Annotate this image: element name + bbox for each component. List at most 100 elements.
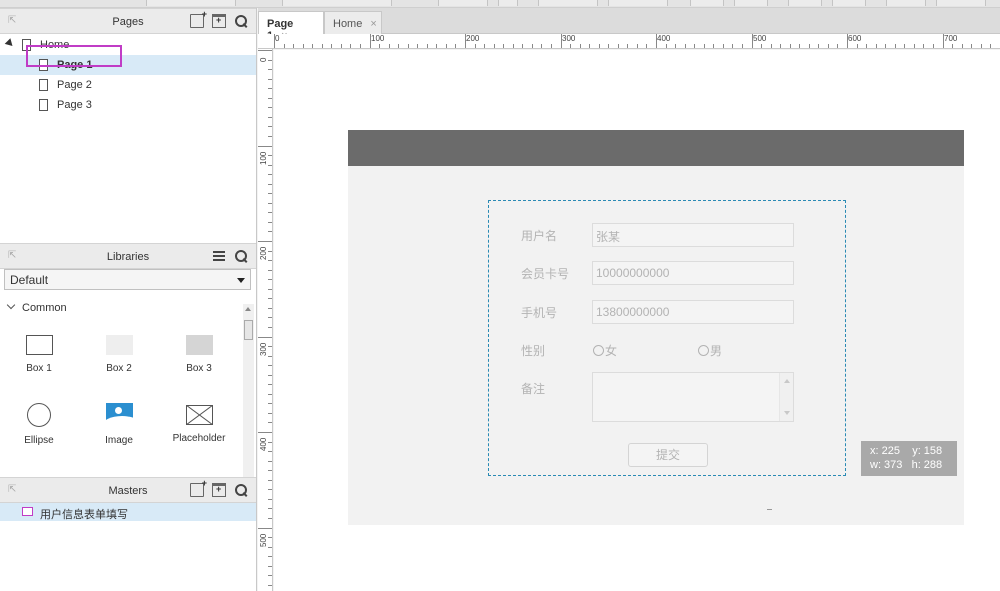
ruler-tick <box>268 212 272 214</box>
ruler-tick <box>268 317 272 319</box>
widget-label: Box 2 <box>106 363 132 374</box>
widget-label: Ellipse <box>24 435 54 446</box>
toolbar-button[interactable] <box>538 0 598 6</box>
ruler-label: 200 <box>466 34 480 43</box>
add-folder-icon[interactable] <box>212 14 226 28</box>
ruler-tick <box>856 44 858 48</box>
add-master-icon[interactable] <box>190 478 207 497</box>
toolbar-button[interactable] <box>438 0 488 6</box>
submit-button[interactable]: 提交 <box>628 443 708 467</box>
ruler-tick <box>268 374 272 376</box>
library-scrollbar[interactable] <box>243 304 254 484</box>
ruler-tick <box>268 556 272 558</box>
toolbar-button[interactable] <box>282 0 392 6</box>
toolbar-button[interactable] <box>146 0 236 6</box>
add-folder-icon[interactable] <box>212 483 226 497</box>
coord-line1: x: 225 y: 158 <box>870 445 943 457</box>
ruler-tick <box>268 489 272 491</box>
ruler-tick <box>808 44 810 48</box>
ruler-tick <box>369 34 371 48</box>
form-header-bar[interactable] <box>348 130 964 166</box>
radio-label: 男 <box>710 344 723 358</box>
ruler-tick <box>268 326 272 328</box>
tab-page1[interactable]: Page 1× <box>258 11 324 42</box>
scrollbar-thumb[interactable] <box>244 320 253 340</box>
radio-circle-icon <box>698 345 709 356</box>
scroll-down-icon[interactable] <box>784 411 790 415</box>
ruler-tick <box>503 44 505 48</box>
phone-label: 手机号 <box>521 306 558 320</box>
ruler-tick <box>713 44 715 48</box>
toolbar-button[interactable] <box>936 0 986 6</box>
username-input[interactable]: 张某 <box>592 223 794 247</box>
highlight-box <box>26 45 122 67</box>
page-tree-item-page3[interactable]: Page 3 <box>0 95 256 115</box>
ruler-tick <box>684 44 686 48</box>
ruler-tick <box>268 193 272 195</box>
search-icon[interactable] <box>234 483 248 497</box>
username-label: 用户名 <box>521 229 558 243</box>
ruler-tick <box>465 34 466 48</box>
master-item[interactable]: 用户信息表单填写 <box>0 503 256 521</box>
widget-ellipse[interactable]: Ellipse <box>4 403 74 446</box>
pages-panel-header: ⇱ Pages <box>0 8 256 34</box>
widget-box3[interactable]: Box 3 <box>164 335 234 374</box>
radio-male[interactable]: 男 <box>698 342 722 359</box>
scroll-up-icon[interactable] <box>784 379 790 383</box>
ruler-tick <box>952 44 954 48</box>
ruler-tick <box>398 44 400 48</box>
ruler-tick <box>665 44 667 48</box>
search-icon[interactable] <box>234 14 248 28</box>
note-label: 备注 <box>521 382 546 396</box>
widget-placeholder[interactable]: Placeholder <box>164 405 234 444</box>
card-input[interactable]: 10000000000 <box>592 261 794 285</box>
toolbar-button[interactable] <box>788 0 822 6</box>
close-icon[interactable]: × <box>370 18 376 30</box>
menu-icon[interactable] <box>212 249 226 263</box>
scroll-up-icon[interactable] <box>245 307 251 311</box>
vertical-ruler: 0 100 200 300 400 500 <box>258 49 273 591</box>
ruler-tick <box>732 44 734 48</box>
section-label: Common <box>22 302 67 314</box>
ruler-tick <box>875 44 877 48</box>
toolbar-button[interactable] <box>690 0 724 6</box>
ruler-tick <box>837 44 839 48</box>
expand-caret-icon[interactable] <box>4 38 16 49</box>
toolbar-button[interactable] <box>498 0 518 6</box>
tab-home[interactable]: Home × <box>324 11 382 35</box>
ruler-tick <box>268 346 272 348</box>
toolbar-button[interactable] <box>608 0 668 6</box>
ruler-tick <box>268 412 272 414</box>
library-select[interactable]: Default <box>4 269 251 290</box>
search-icon[interactable] <box>234 249 248 263</box>
note-textarea[interactable] <box>592 372 794 422</box>
page-tree-item-page2[interactable]: Page 2 <box>0 75 256 95</box>
ruler-tick <box>722 44 724 48</box>
ellipse-icon <box>27 403 51 427</box>
widget-image[interactable]: Image <box>84 403 154 446</box>
ruler-tick <box>268 546 272 548</box>
common-section-toggle[interactable]: Common <box>6 300 67 314</box>
add-page-icon[interactable] <box>190 9 207 28</box>
widget-box1[interactable]: Box 1 <box>4 335 74 374</box>
textarea-scrollbar[interactable] <box>779 373 793 421</box>
ruler-tick <box>268 584 272 586</box>
ruler-tick <box>321 44 323 48</box>
ruler-tick <box>818 44 820 48</box>
widget-box2[interactable]: Box 2 <box>84 335 154 374</box>
toolbar-button[interactable] <box>734 0 768 6</box>
chevron-down-icon <box>6 300 16 310</box>
radio-female[interactable]: 女 <box>593 342 617 359</box>
ruler-tick <box>268 355 272 357</box>
toolbar-button[interactable] <box>832 0 866 6</box>
ruler-tick <box>268 498 272 500</box>
toolbar-button[interactable] <box>886 0 926 6</box>
radio-label: 女 <box>605 344 618 358</box>
ruler-tick <box>560 34 562 48</box>
ruler-tick <box>268 384 272 386</box>
ruler-tick <box>512 44 514 48</box>
ruler-label: 400 <box>259 437 268 451</box>
ruler-tick <box>445 44 447 48</box>
phone-input[interactable]: 13800000000 <box>592 300 794 324</box>
ruler-tick <box>268 279 272 281</box>
